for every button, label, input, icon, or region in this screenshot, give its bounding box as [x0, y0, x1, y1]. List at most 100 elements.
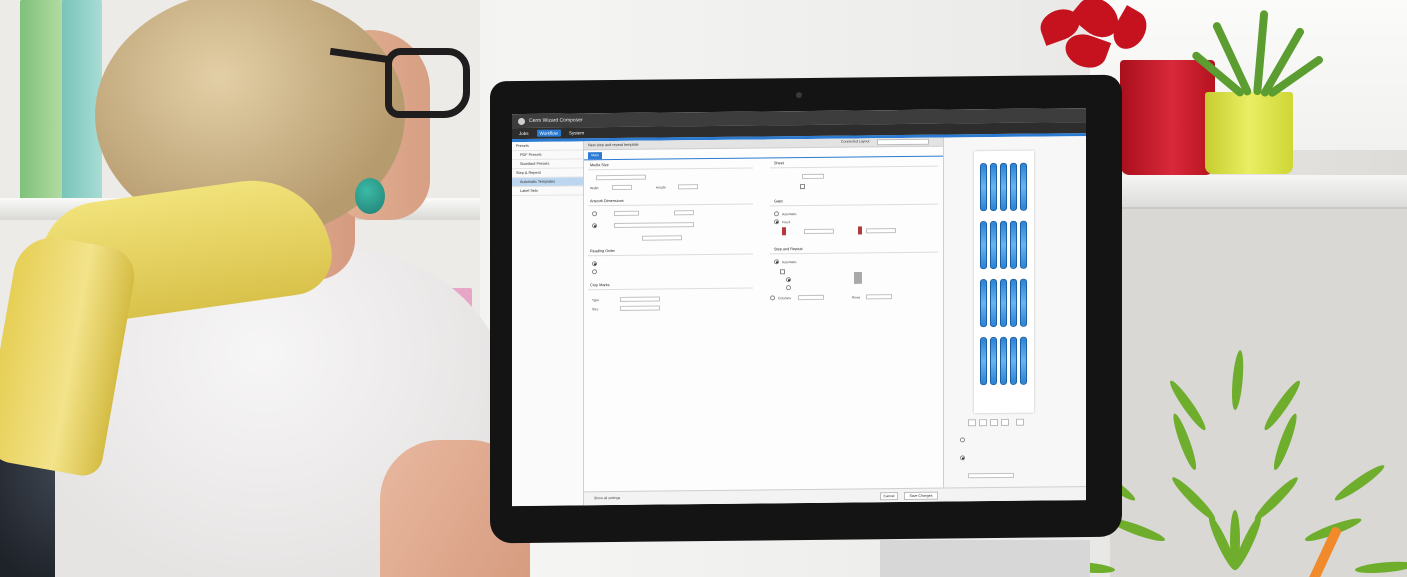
cancel-button[interactable]: Cancel — [880, 492, 898, 501]
preview-option-radio-1[interactable] — [960, 437, 965, 443]
step-mixed-radio[interactable] — [786, 285, 791, 291]
preview-label — [1010, 162, 1017, 211]
preview-label — [1010, 278, 1017, 327]
preview-label — [1020, 162, 1027, 211]
tab-underline — [584, 155, 943, 161]
step-single-radio[interactable] — [786, 277, 791, 283]
media-size-select[interactable] — [596, 174, 646, 181]
artwork-file-input[interactable] — [614, 222, 694, 229]
app-body: Presets PDF Presets Standard Presets Ste… — [512, 136, 1086, 507]
crop-type-select[interactable] — [620, 296, 660, 302]
sheet-option-checkbox[interactable] — [800, 184, 805, 190]
preview-first-button[interactable] — [968, 419, 976, 427]
gaps-fixed-label: Fixed — [782, 220, 791, 225]
preview-label — [1020, 278, 1027, 327]
preview-last-button[interactable] — [1001, 418, 1009, 426]
settings-panel: New step and repeat template Connected L… — [584, 137, 944, 506]
preview-label — [1000, 220, 1007, 269]
artwork-width-input[interactable] — [614, 210, 639, 217]
preview-label — [1020, 336, 1027, 385]
menu-workflow[interactable]: Workflow — [536, 129, 561, 137]
section-step-repeat: Step and Repeat — [774, 247, 803, 252]
size-label: Size — [592, 307, 599, 312]
app-title: Cerm Wizard Composer — [529, 117, 583, 124]
monitor-stand — [880, 540, 1090, 577]
align-select[interactable] — [642, 235, 682, 241]
show-all-settings-link[interactable]: Show all settings — [594, 496, 620, 500]
width-label: Width — [590, 186, 599, 191]
preview-label — [1010, 220, 1017, 269]
layout-dropdown[interactable] — [877, 138, 929, 146]
preview-label — [980, 221, 987, 270]
glasses — [385, 48, 470, 118]
artwork-fixed-radio[interactable] — [592, 211, 597, 217]
rows-input[interactable] — [866, 294, 892, 300]
artwork-file-radio[interactable] — [592, 223, 597, 229]
section-media-size: Media Size — [590, 163, 609, 168]
preview-sheet — [974, 150, 1034, 414]
grid-icon — [854, 272, 862, 284]
height-label: Height — [656, 185, 666, 190]
preview-label — [1000, 162, 1007, 211]
preview-label — [1000, 336, 1007, 385]
earring — [355, 178, 385, 214]
step-automatic-radio[interactable] — [774, 259, 779, 265]
preview-prev-button[interactable] — [979, 419, 987, 427]
media-width-input[interactable] — [612, 184, 632, 191]
sidebar: Presets PDF Presets Standard Presets Ste… — [512, 141, 584, 507]
preview-label — [980, 337, 987, 386]
preview-label — [990, 278, 997, 328]
preview-next-button[interactable] — [990, 418, 998, 427]
panel-title: New step and repeat template — [588, 142, 639, 148]
section-artwork-dimensions: Artwork Dimensions — [590, 198, 624, 204]
gaps-automatic-radio[interactable] — [774, 211, 779, 217]
menu-system[interactable]: System — [566, 129, 587, 136]
rows-label: Rows — [852, 295, 861, 300]
save-changes-button[interactable]: Save Changes — [904, 491, 938, 500]
preview-label — [1010, 336, 1017, 385]
preview-label — [990, 162, 997, 212]
yellow-scarf — [0, 170, 337, 479]
preview-select[interactable] — [968, 472, 1014, 479]
gap-horizontal-icon — [782, 227, 786, 236]
gap-vertical-input[interactable] — [866, 228, 896, 234]
section-sheet: Sheet — [774, 161, 784, 166]
green-book — [20, 0, 65, 200]
artwork-height-input[interactable] — [674, 210, 694, 216]
gaps-fixed-radio[interactable] — [774, 219, 779, 225]
type-label: Type — [592, 298, 600, 303]
green-plant — [1054, 330, 1407, 577]
section-crop-marks: Crop Marks — [590, 283, 610, 288]
preview-label — [990, 220, 997, 270]
photo-scene: Cerm Wizard Composer Jobs Workflow Syste… — [0, 0, 1407, 577]
app-logo-icon — [518, 117, 525, 125]
preview-option-radio-2[interactable] — [960, 455, 965, 461]
preview-label — [1000, 278, 1007, 327]
small-plant — [1190, 9, 1325, 99]
layout-selector[interactable]: Connected Layout — [841, 138, 931, 147]
reading-order-radio-2[interactable] — [592, 269, 597, 275]
columns-input[interactable] — [798, 294, 824, 301]
step-option-checkbox[interactable] — [780, 269, 785, 275]
gap-horizontal-input[interactable] — [804, 228, 834, 235]
layout-label: Connected Layout — [841, 139, 870, 144]
sidebar-item-label-sets[interactable]: Label Sets — [512, 186, 583, 197]
window-sill — [1110, 175, 1407, 209]
media-height-input[interactable] — [678, 184, 698, 190]
crop-size-select[interactable] — [620, 305, 660, 311]
section-gaps: Gaps — [774, 199, 784, 204]
menu-jobs[interactable]: Jobs — [516, 130, 532, 137]
columns-label: Columns — [778, 296, 792, 301]
gaps-automatic-label: Automatic — [782, 212, 797, 217]
webcam — [796, 92, 802, 99]
zoom-icon[interactable] — [1016, 418, 1024, 426]
preview-label — [1020, 220, 1027, 269]
reading-order-radio-1[interactable] — [592, 261, 597, 267]
sheet-size-input[interactable] — [802, 173, 824, 180]
gap-vertical-icon — [858, 226, 862, 235]
poinsettia — [1030, 0, 1160, 80]
step-automatic-label: Automatic — [782, 260, 797, 265]
step-columns-radio[interactable] — [770, 295, 775, 301]
preview-panel — [944, 136, 1086, 502]
screen: Cerm Wizard Composer Jobs Workflow Syste… — [512, 108, 1086, 507]
